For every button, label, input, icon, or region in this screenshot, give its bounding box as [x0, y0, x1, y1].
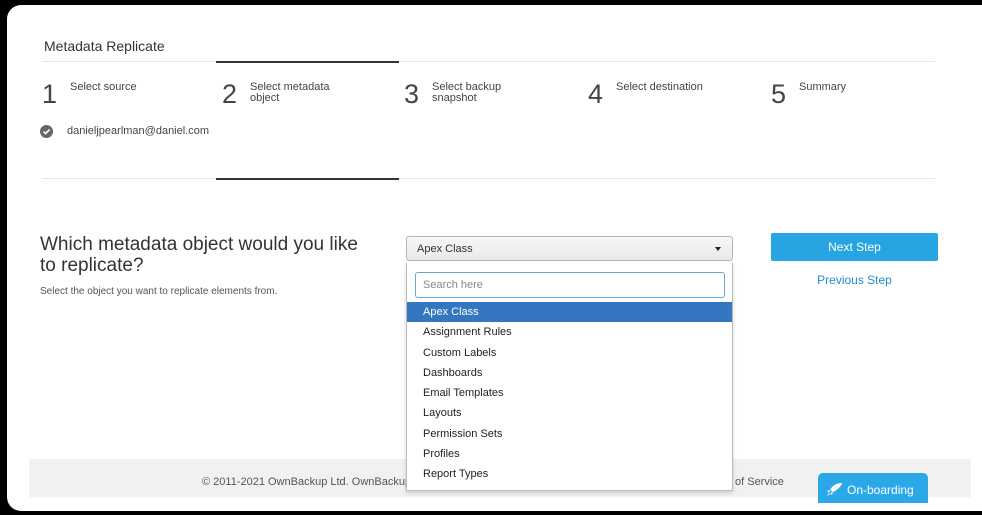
step-number: 4	[588, 79, 604, 109]
option-apex-class[interactable]: Apex Class	[407, 302, 732, 323]
option-custom-labels[interactable]: Custom Labels	[407, 343, 732, 363]
footer-copyright: © 2011-2021 OwnBackup Ltd. OwnBackup	[202, 476, 412, 488]
step-number: 1	[42, 79, 58, 109]
step-3[interactable]: 3 Select backup snapshot	[404, 81, 524, 121]
question-heading: Which metadata object would you like to …	[40, 234, 358, 276]
previous-step-link[interactable]: Previous Step	[771, 273, 938, 287]
check-circle-icon	[40, 125, 53, 138]
active-step-indicator-top	[216, 61, 399, 63]
option-assignment-rules[interactable]: Assignment Rules	[407, 322, 732, 342]
source-email: danieljpearlman@daniel.com	[67, 125, 210, 137]
active-step-indicator-bottom	[216, 178, 399, 180]
search-input[interactable]	[415, 272, 725, 298]
step-label: Select metadata object	[250, 81, 330, 104]
caret-down-icon	[715, 247, 721, 251]
step-number: 2	[222, 79, 238, 109]
onboarding-label: On-boarding	[847, 483, 914, 497]
steps-divider	[42, 178, 935, 179]
option-layouts[interactable]: Layouts	[407, 403, 732, 423]
step-5[interactable]: 5 Summary	[771, 81, 891, 121]
title-divider	[42, 61, 935, 62]
step-1[interactable]: 1 Select source	[42, 81, 202, 121]
select-dropdown: Apex Class Assignment Rules Custom Label…	[406, 263, 733, 491]
step-label: Select backup snapshot	[432, 81, 502, 104]
onboarding-button[interactable]: On-boarding	[818, 473, 928, 503]
step-number: 3	[404, 79, 420, 109]
terms-of-service-link[interactable]: of Service	[735, 476, 784, 488]
step-label: Summary	[799, 81, 847, 93]
question-subtext: Select the object you want to replicate …	[40, 286, 278, 297]
option-permission-sets[interactable]: Permission Sets	[407, 424, 732, 444]
step-label: Select source	[70, 81, 137, 93]
select-value: Apex Class	[417, 243, 473, 255]
step-number: 5	[771, 79, 787, 109]
option-profiles[interactable]: Profiles	[407, 444, 732, 464]
step-2[interactable]: 2 Select metadata object	[222, 81, 342, 121]
option-email-templates[interactable]: Email Templates	[407, 383, 732, 403]
option-dashboards[interactable]: Dashboards	[407, 363, 732, 383]
options-list: Apex Class Assignment Rules Custom Label…	[407, 302, 732, 485]
rocket-icon	[826, 482, 843, 502]
app-window: Metadata Replicate 1 Select source 2 Sel…	[7, 5, 982, 511]
step-label: Select destination	[616, 81, 703, 93]
option-report-types[interactable]: Report Types	[407, 464, 732, 484]
step-4[interactable]: 4 Select destination	[588, 81, 748, 121]
page-title: Metadata Replicate	[44, 38, 165, 54]
metadata-object-select[interactable]: Apex Class	[406, 236, 733, 261]
next-step-button[interactable]: Next Step	[771, 233, 938, 261]
